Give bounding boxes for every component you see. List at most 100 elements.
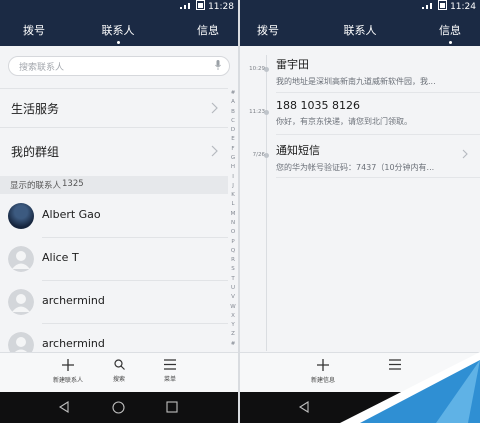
index-letter[interactable]: U — [228, 285, 238, 291]
tab-dialer[interactable]: 拨号 — [4, 22, 64, 38]
index-letter[interactable]: # — [228, 90, 238, 96]
my-groups-row[interactable]: 我的群组 — [0, 133, 228, 169]
back-icon[interactable] — [58, 401, 70, 413]
tab-label: 联系人 — [101, 24, 135, 37]
top-tab-bar: 拨号 联系人 信息 — [0, 14, 238, 46]
search-button[interactable]: 搜索 — [94, 359, 144, 383]
index-letter[interactable]: B — [228, 109, 238, 115]
index-letter[interactable]: R — [228, 257, 238, 263]
battery-icon — [438, 0, 448, 10]
chevron-right-icon — [211, 102, 218, 114]
button-caption: 菜单 — [163, 376, 176, 383]
index-letter[interactable]: L — [228, 201, 238, 207]
index-letter[interactable]: F — [228, 146, 238, 152]
divider — [276, 177, 480, 178]
search-placeholder: 搜索联系人 — [19, 63, 65, 73]
index-letter[interactable]: G — [228, 155, 238, 161]
list-item[interactable]: Albert Gao — [0, 195, 228, 237]
index-letter[interactable]: A — [228, 99, 238, 105]
list-item[interactable]: archermind — [0, 324, 228, 352]
message-preview: 我的地址是深圳高新南九道威新软件园，我... — [276, 77, 436, 86]
contacts-screen: 11:28 拨号 联系人 信息 搜索联系人 生活服务 我的群组 显示的联系人 1… — [0, 0, 238, 423]
signal-icon — [180, 3, 191, 9]
active-tab-indicator — [448, 41, 452, 44]
list-item[interactable]: archermind — [0, 281, 228, 323]
index-letter[interactable]: D — [228, 127, 238, 133]
active-tab-indicator — [116, 41, 120, 44]
alphabet-index-bar[interactable]: # A B C D E F G H I J K L M N O P Q R S T U V W X Y Z # — [228, 90, 238, 350]
index-letter[interactable]: O — [228, 229, 238, 235]
plus-icon — [317, 359, 329, 371]
avatar — [8, 332, 34, 352]
message-time: 11:23 — [249, 109, 265, 115]
page-curl-decoration — [340, 352, 480, 423]
contacts-count: 1325 — [62, 179, 84, 189]
life-services-row[interactable]: 生活服务 — [0, 90, 228, 126]
divider — [0, 127, 228, 128]
divider — [0, 88, 228, 89]
index-letter[interactable]: T — [228, 276, 238, 282]
group-header-label: 显示的联系人 — [10, 181, 62, 191]
index-letter[interactable]: S — [228, 266, 238, 272]
signal-icon — [422, 3, 433, 9]
index-letter[interactable]: V — [228, 294, 238, 300]
message-sender: 188 1035 8126 — [276, 99, 360, 112]
index-letter[interactable]: C — [228, 118, 238, 124]
mic-icon[interactable] — [215, 60, 221, 70]
message-thread[interactable]: 通知短信 您的华为帐号验证码：7437（10分钟内有... — [276, 142, 476, 173]
index-letter[interactable]: H — [228, 164, 238, 170]
status-bar: 11:24 — [240, 0, 480, 14]
index-letter[interactable]: P — [228, 239, 238, 245]
search-icon — [113, 359, 125, 370]
index-letter[interactable]: M — [228, 211, 238, 217]
message-preview: 你好，有京东快递，请您到北门领取。 — [276, 117, 412, 126]
divider — [276, 134, 480, 135]
index-letter[interactable]: J — [228, 183, 238, 189]
system-nav-bar — [0, 392, 238, 423]
index-letter[interactable]: I — [228, 174, 238, 180]
home-icon[interactable] — [112, 401, 125, 414]
contact-name: Albert Gao — [42, 208, 101, 221]
avatar — [8, 246, 34, 272]
contacts-count-header: 显示的联系人 1325 — [0, 176, 228, 194]
divider — [276, 92, 480, 93]
tab-dialer[interactable]: 拨号 — [240, 22, 298, 38]
tab-messages[interactable]: 信息 — [420, 22, 480, 44]
status-time: 11:24 — [450, 2, 476, 12]
index-letter[interactable]: # — [228, 341, 238, 347]
row-label: 我的群组 — [11, 145, 60, 159]
index-letter[interactable]: K — [228, 192, 238, 198]
status-time: 11:28 — [208, 2, 234, 12]
index-letter[interactable]: X — [228, 313, 238, 319]
new-contact-button[interactable]: 新建联系人 — [43, 359, 93, 384]
index-letter[interactable]: Z — [228, 331, 238, 337]
message-preview: 您的华为帐号验证码：7437（10分钟内有... — [276, 163, 435, 172]
timeline-line — [266, 55, 267, 351]
plus-icon — [62, 359, 74, 371]
tab-contacts[interactable]: 联系人 — [88, 22, 148, 44]
index-letter[interactable]: W — [228, 304, 238, 310]
back-icon[interactable] — [298, 401, 310, 413]
index-letter[interactable]: Y — [228, 322, 238, 328]
search-input[interactable]: 搜索联系人 — [8, 56, 230, 76]
avatar — [8, 203, 34, 229]
contact-name: archermind — [42, 294, 105, 307]
battery-icon — [196, 0, 206, 10]
list-item[interactable]: Alice T — [0, 238, 228, 280]
index-letter[interactable]: Q — [228, 248, 238, 254]
message-thread[interactable]: 188 1035 8126 你好，有京东快递，请您到北门领取。 — [276, 99, 476, 127]
menu-icon — [164, 359, 176, 370]
index-letter[interactable]: E — [228, 136, 238, 142]
tab-messages[interactable]: 信息 — [178, 22, 238, 38]
contact-name: Alice T — [42, 251, 79, 264]
timeline-dot — [264, 153, 269, 158]
tab-contacts[interactable]: 联系人 — [330, 22, 390, 38]
tab-label: 联系人 — [343, 24, 377, 37]
button-caption: 搜索 — [112, 376, 125, 383]
message-time: 10:29 — [249, 66, 265, 72]
menu-button[interactable]: 菜单 — [145, 359, 195, 383]
tab-label: 信息 — [439, 24, 461, 37]
index-letter[interactable]: N — [228, 220, 238, 226]
message-thread[interactable]: 雷宇田 我的地址是深圳高新南九道威新软件园，我... — [276, 56, 476, 87]
recents-icon[interactable] — [166, 401, 178, 413]
